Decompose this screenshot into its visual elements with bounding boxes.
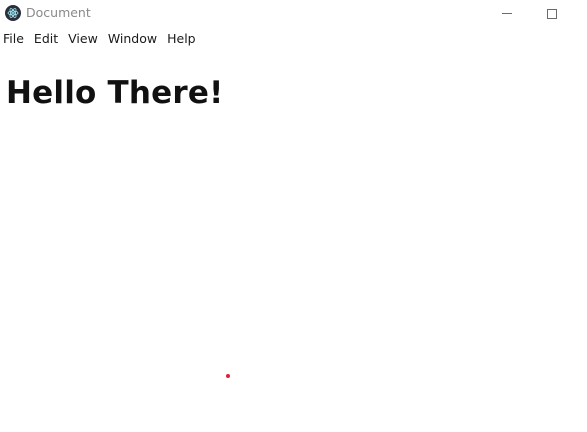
menu-help[interactable]: Help xyxy=(162,29,201,48)
minimize-icon xyxy=(502,13,512,14)
menu-bar: File Edit View Window Help xyxy=(0,29,201,48)
menu-file[interactable]: File xyxy=(0,29,29,48)
maximize-icon xyxy=(547,8,557,19)
electron-atom-icon xyxy=(5,5,21,21)
maximize-button[interactable] xyxy=(529,0,575,27)
menu-view[interactable]: View xyxy=(63,29,103,48)
page-heading: Hello There! xyxy=(6,75,224,111)
minimize-button[interactable] xyxy=(484,0,530,27)
cursor-marker xyxy=(226,374,230,378)
app-window: Document File Edit View Window Help Hell… xyxy=(0,0,587,432)
menu-edit[interactable]: Edit xyxy=(29,29,63,48)
window-title: Document xyxy=(26,5,91,20)
title-bar[interactable]: Document xyxy=(0,0,587,27)
document-content: Hello There! xyxy=(0,48,587,432)
menu-window[interactable]: Window xyxy=(103,29,162,48)
